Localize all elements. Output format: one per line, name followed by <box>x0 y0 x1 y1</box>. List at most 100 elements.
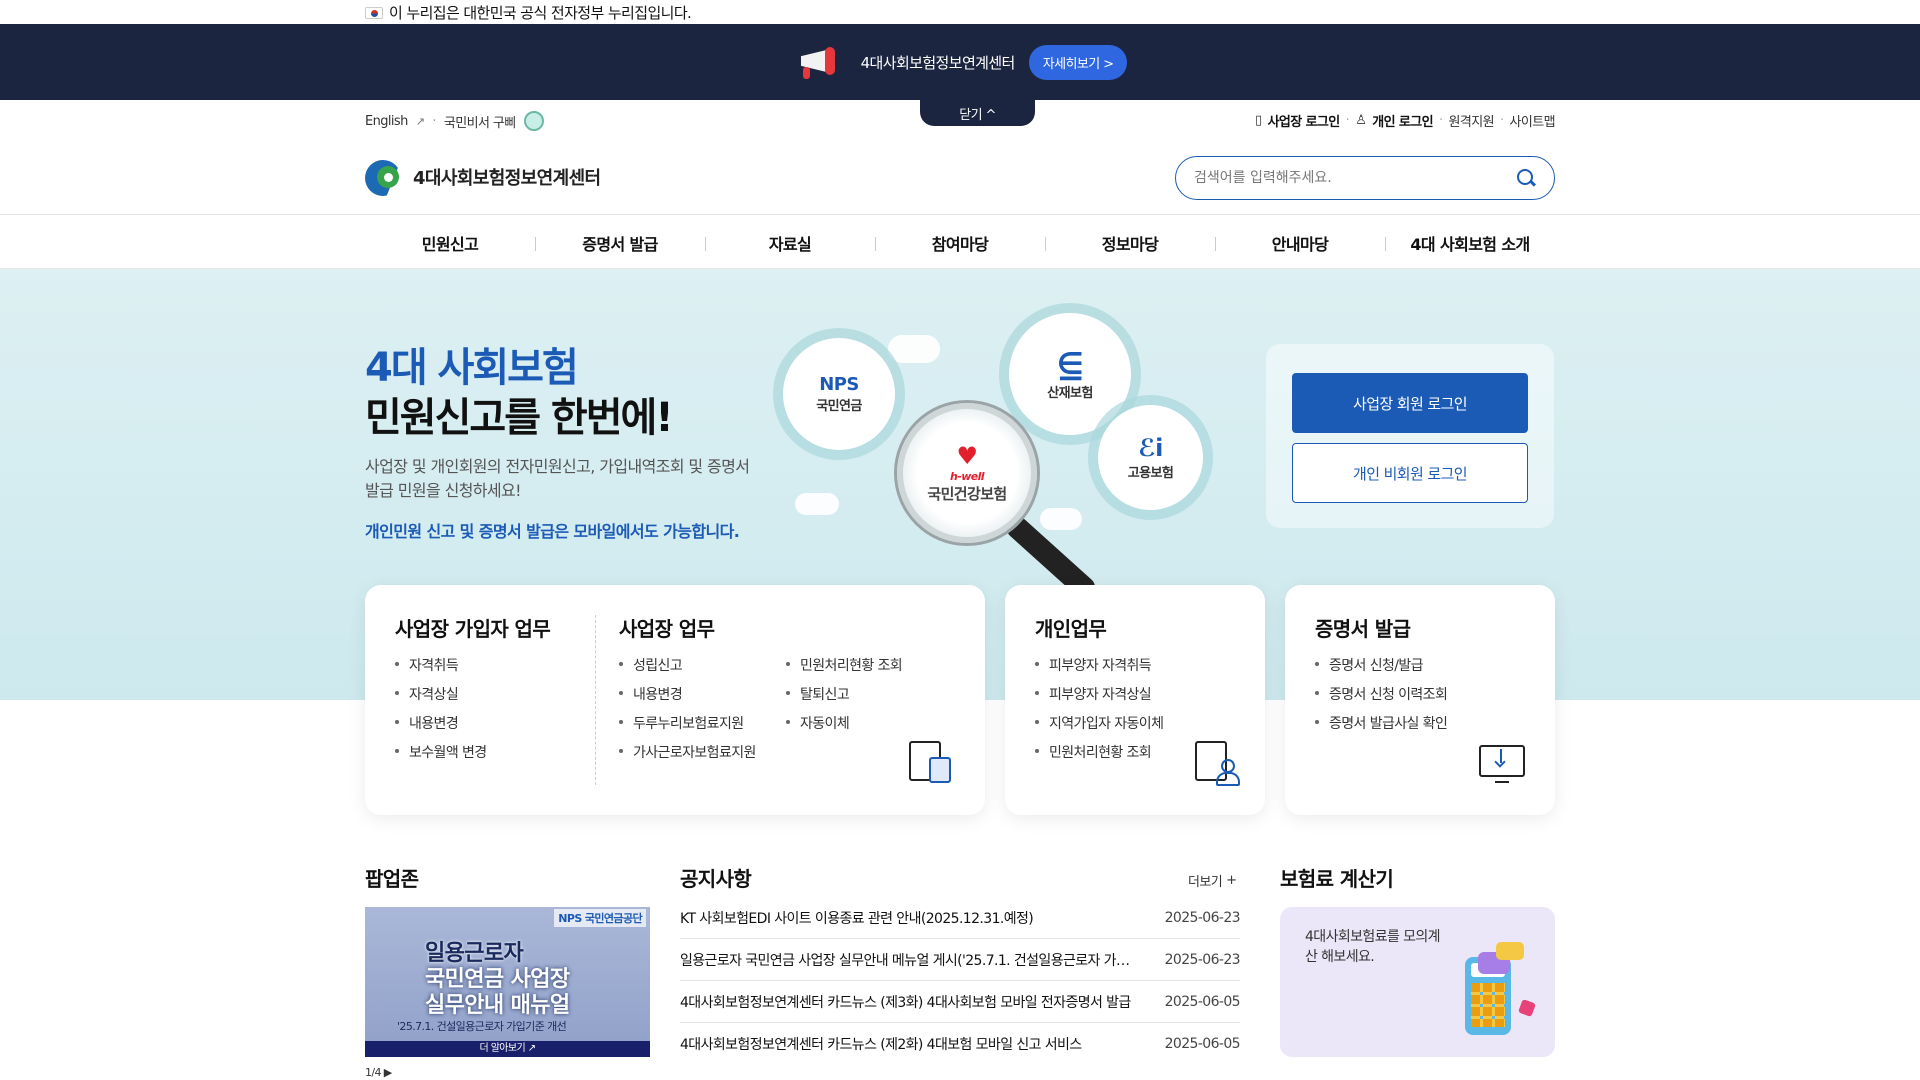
separator: · <box>1345 113 1350 128</box>
building-icon: ▯ <box>1255 113 1262 128</box>
separator: · <box>432 113 436 129</box>
user-icon: ♙ <box>1355 113 1367 128</box>
subscriber-list: 자격취득 자격상실 내용변경 보수월액 변경 <box>395 655 487 771</box>
list-item[interactable]: 민원처리현황 조회 <box>1035 742 1163 771</box>
list-item[interactable]: 지역가입자 자동이체 <box>1035 713 1164 742</box>
list-item[interactable]: 피부양자 자격취득 <box>1035 655 1163 684</box>
divider <box>595 615 596 785</box>
list-item[interactable]: 증명서 신청 이력조회 <box>1315 684 1448 713</box>
document-icon <box>907 741 953 785</box>
business-card: 사업장 가입자 업무 자격취득 자격상실 내용변경 보수월액 변경 사업장 업무… <box>365 585 985 815</box>
banner-subtext: '25.7.1. 건설일용근로자 가입기준 개선 <box>397 1020 567 1033</box>
kcomwel-label: 산재보험 <box>1047 386 1093 401</box>
individual-login-button[interactable]: 개인 비회원 로그인 <box>1292 443 1528 503</box>
list-item[interactable]: 내용변경 <box>395 713 487 742</box>
hero-title-line2: 민원신고를 한번에! <box>365 395 674 441</box>
notice-item-date: 2025-06-05 <box>1164 1036 1241 1052</box>
nps-logo: NPS 국민연금공단 <box>554 909 646 927</box>
list-item[interactable]: 내용변경 <box>619 684 756 713</box>
list-item[interactable]: 자동이체 <box>786 713 902 742</box>
popup-banner[interactable]: NPS 국민연금공단 일용근로자 국민연금 사업장 실무안내 매뉴얼 '25.7… <box>365 907 650 1057</box>
nav-item-information[interactable]: 정보마당 <box>1045 215 1215 270</box>
list-item[interactable]: 두루누리보험료지원 <box>619 713 756 742</box>
popup-zone-title: 팝업존 <box>365 867 419 891</box>
list-item[interactable]: 자격상실 <box>395 684 487 713</box>
english-link[interactable]: English <box>365 114 408 129</box>
card-title-personal: 개인업무 <box>1035 617 1107 641</box>
list-item[interactable]: 4대사회보험정보연계센터 카드뉴스 (제3화) 4대사회보험 모바일 전자증명서… <box>680 981 1241 1023</box>
notice-item-title[interactable]: 4대사회보험정보연계센터 카드뉴스 (제3화) 4대사회보험 모바일 전자증명서… <box>680 992 1140 1012</box>
kcomwel-bubble: ⋸ 산재보험 <box>1009 313 1131 435</box>
nav-item-certificate[interactable]: 증명서 발급 <box>535 215 705 270</box>
list-item[interactable]: 탈퇴신고 <box>786 684 902 713</box>
banner-more-button[interactable]: 더 알아보기 ↗ <box>365 1041 650 1057</box>
list-item[interactable]: 자격취득 <box>395 655 487 684</box>
chatbot-link[interactable]: 국민비서 구삐 <box>444 112 516 131</box>
sitemap-link[interactable]: 사이트맵 <box>1510 111 1556 130</box>
chat-bubble-icon <box>1496 942 1524 960</box>
nps-bubble: NPS 국민연금 <box>783 338 895 450</box>
promo-banner: 4대사회보험정보연계센터 자세히보기 > <box>0 24 1920 100</box>
nav-item-guide[interactable]: 안내마당 <box>1215 215 1385 270</box>
biz-login-link[interactable]: 사업장 로그인 <box>1268 111 1341 130</box>
certificate-list: 증명서 신청/발급 증명서 신청 이력조회 증명서 발급사실 확인 <box>1315 655 1448 742</box>
remote-support-link[interactable]: 원격지원 <box>1449 111 1495 130</box>
personal-login-link[interactable]: 개인 로그인 <box>1372 111 1433 130</box>
employment-label: 고용보험 <box>1127 466 1174 481</box>
employment-logo-icon: ℰi <box>1138 434 1163 462</box>
cloud-decoration <box>795 493 839 515</box>
site-logo[interactable]: 4대사회보험정보연계센터 <box>365 156 601 198</box>
calculator-banner[interactable]: 4대사회보험료를 모의계산 해보세요. <box>1280 907 1555 1057</box>
nhis-label: 국민건강보험 <box>927 485 1007 503</box>
card-title-certificate: 증명서 발급 <box>1315 617 1411 641</box>
list-item[interactable]: KT 사회보험EDI 사이트 이용종료 관련 안내(2025.12.31.예정)… <box>680 897 1241 939</box>
notice-item-title[interactable]: 일용근로자 국민연금 사업장 실무안내 메뉴얼 게시('25.7.1. 건설일용… <box>680 950 1140 970</box>
cloud-decoration <box>1040 508 1082 530</box>
nav-item-participation[interactable]: 참여마당 <box>875 215 1045 270</box>
list-item[interactable]: 증명서 발급사실 확인 <box>1315 713 1448 742</box>
nav-item-about[interactable]: 4대 사회보험 소개 <box>1385 215 1555 270</box>
gov-banner-text: 이 누리집은 대한민국 공식 전자정부 누리집입니다. <box>389 4 692 22</box>
list-item[interactable]: 일용근로자 국민연금 사업장 실무안내 메뉴얼 게시('25.7.1. 건설일용… <box>680 939 1241 981</box>
personal-list: 피부양자 자격취득 피부양자 자격상실 지역가입자 자동이체 민원처리현황 조회 <box>1035 655 1164 771</box>
separator: · <box>1439 113 1443 128</box>
list-item[interactable]: 피부양자 자격상실 <box>1035 684 1163 713</box>
calculator-title: 보험료 계산기 <box>1280 867 1394 891</box>
nav-item-archive[interactable]: 자료실 <box>705 215 875 270</box>
kcomwel-logo-icon: ⋸ <box>1056 347 1084 382</box>
notice-more-label: 더보기 <box>1188 875 1223 890</box>
notice-list: KT 사회보험EDI 사이트 이용종료 관련 안내(2025.12.31.예정)… <box>680 897 1241 1065</box>
external-link-icon: ↗ <box>415 114 425 128</box>
nps-label: 국민연금 <box>816 399 862 414</box>
promo-detail-button[interactable]: 자세히보기 > <box>1028 44 1128 80</box>
hero-description: 사업장 및 개인회원의 전자민원신고, 가입내역조회 및 증명서 발급 민원을 … <box>365 457 750 500</box>
card-title-subscriber: 사업장 가입자 업무 <box>395 617 551 641</box>
biz-member-login-button[interactable]: 사업장 회원 로그인 <box>1292 373 1528 433</box>
popup-controls[interactable]: 1/4 ▶ <box>365 1066 392 1079</box>
notice-more-link[interactable]: 더보기 + <box>1188 871 1237 890</box>
employment-bubble: ℰi 고용보험 <box>1098 405 1203 510</box>
notice-item-date: 2025-06-05 <box>1164 993 1241 1010</box>
search-input[interactable] <box>1194 170 1516 186</box>
chatbot-icon[interactable] <box>523 111 544 131</box>
list-item[interactable]: 증명서 신청/발급 <box>1315 655 1447 684</box>
nav-item-civil[interactable]: 민원신고 <box>365 215 535 270</box>
gov-banner: 이 누리집은 대한민국 공식 전자정부 누리집입니다. <box>0 0 1920 24</box>
card-title-business: 사업장 업무 <box>619 617 715 641</box>
list-item[interactable]: 민원처리현황 조회 <box>786 655 903 684</box>
personal-card: 개인업무 피부양자 자격취득 피부양자 자격상실 지역가입자 자동이체 민원처리… <box>1005 585 1265 815</box>
nps-logo: NPS <box>819 374 859 395</box>
search-icon[interactable] <box>1516 168 1536 188</box>
list-item[interactable]: 가사근로자보험료지원 <box>619 742 756 771</box>
list-item[interactable]: 4대사회보험정보연계센터 카드뉴스 (제2화) 4대보험 모바일 신고 서비스 2… <box>680 1023 1241 1065</box>
cloud-decoration <box>888 335 940 363</box>
person-document-icon <box>1193 741 1240 786</box>
promo-close-button[interactable]: 닫기 ^ <box>920 100 1035 126</box>
calculator-text: 4대사회보험료를 모의계산 해보세요. <box>1305 929 1441 965</box>
notice-item-title[interactable]: KT 사회보험EDI 사이트 이용종료 관련 안내(2025.12.31.예정) <box>680 908 1140 928</box>
business-list-col1: 성립신고 내용변경 두루누리보험료지원 가사근로자보험료지원 <box>619 655 756 771</box>
list-item[interactable]: 보수월액 변경 <box>395 742 487 771</box>
promo-text: 4대사회보험정보연계센터 <box>860 53 1016 72</box>
notice-item-title[interactable]: 4대사회보험정보연계센터 카드뉴스 (제2화) 4대보험 모바일 신고 서비스 <box>680 1034 1140 1054</box>
list-item[interactable]: 성립신고 <box>619 655 756 684</box>
